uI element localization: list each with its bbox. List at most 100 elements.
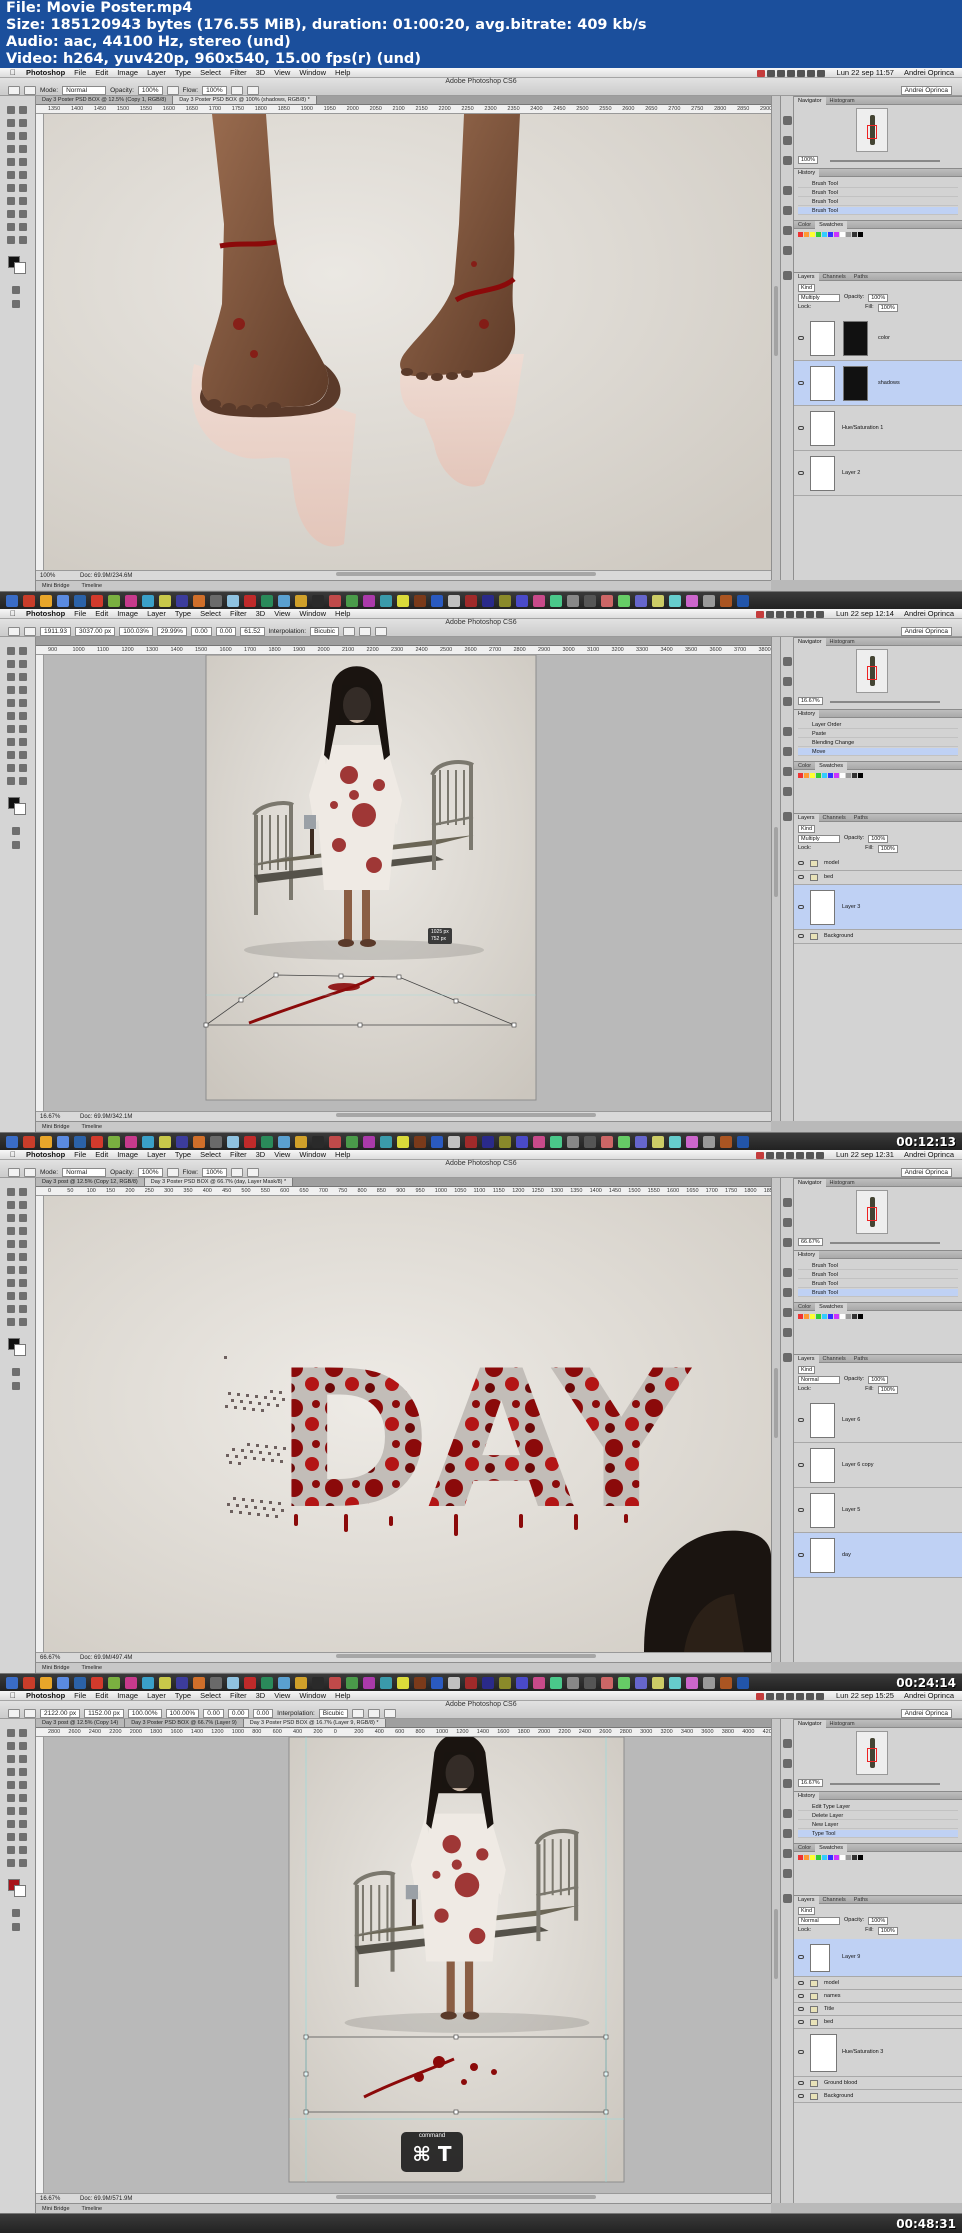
tab-paths[interactable]: Paths <box>850 1896 872 1904</box>
dock-app-icon[interactable] <box>601 1136 613 1148</box>
history-state[interactable]: Edit Type Layer <box>798 1803 958 1811</box>
dock-app-icon[interactable] <box>601 1677 613 1689</box>
vertical-scrollbar[interactable] <box>771 96 780 580</box>
tray-icon[interactable] <box>786 610 794 618</box>
tool-icon[interactable] <box>19 1755 27 1763</box>
visibility-eye-icon[interactable] <box>798 1993 804 1998</box>
layer-row[interactable]: Layer 2 <box>794 451 962 496</box>
dock-app-icon[interactable] <box>193 1136 205 1148</box>
dock-app-icon[interactable] <box>312 1136 324 1148</box>
apple-icon[interactable]:  <box>10 1691 16 1701</box>
user-name[interactable]: Andrei Oprinca <box>904 1150 954 1160</box>
brush-preset-icon[interactable] <box>24 1168 36 1177</box>
background-color-swatch[interactable] <box>14 1885 26 1897</box>
document-tab[interactable]: Day 3 Poster PSD BOX @ 66.7% (Layer 9) <box>125 1719 244 1727</box>
dock-app-icon[interactable] <box>397 595 409 607</box>
color-swatch[interactable] <box>810 773 815 778</box>
dock-app-icon[interactable] <box>601 595 613 607</box>
commit-transform-icon[interactable] <box>375 627 388 636</box>
document-size[interactable]: Doc: 69.9M/571.9M <box>80 2195 132 2203</box>
dock-app-icon[interactable] <box>227 1136 239 1148</box>
dock-app-icon[interactable] <box>142 1136 154 1148</box>
navigator-zoom-field[interactable]: 66.67% <box>798 1238 823 1246</box>
tool-icon[interactable] <box>19 1846 27 1854</box>
tool-icon[interactable] <box>19 1794 27 1802</box>
layer-thumbnail[interactable] <box>810 1448 835 1483</box>
tool-icon[interactable] <box>7 660 15 668</box>
layer-opacity-field[interactable]: 100% <box>868 1917 889 1925</box>
dock-app-icon[interactable] <box>567 595 579 607</box>
panel-icon[interactable] <box>783 1268 792 1277</box>
dock-app-icon[interactable] <box>6 595 18 607</box>
scroll-thumb[interactable] <box>774 1909 778 1979</box>
panel-icon[interactable] <box>783 206 792 215</box>
tool-icon[interactable] <box>19 223 27 231</box>
tool-preset-icon[interactable] <box>8 1709 20 1718</box>
tool-icon[interactable] <box>7 236 15 244</box>
dock-app-icon[interactable] <box>295 595 307 607</box>
tool-icon[interactable] <box>19 106 27 114</box>
menu-item-image[interactable]: Image <box>117 1691 138 1701</box>
dock-app-icon[interactable] <box>142 1677 154 1689</box>
workspace-switcher[interactable]: Andrei Oprinca <box>900 1168 952 1177</box>
dock-app-icon[interactable] <box>312 1677 324 1689</box>
tool-icon[interactable] <box>7 647 15 655</box>
menu-item-select[interactable]: Select <box>200 1691 221 1701</box>
tool-icon[interactable] <box>7 119 15 127</box>
tool-icon[interactable] <box>19 158 27 166</box>
tool-icon[interactable] <box>19 1201 27 1209</box>
dock-app-icon[interactable] <box>295 1136 307 1148</box>
dock-app-icon[interactable] <box>210 1677 222 1689</box>
scroll-thumb[interactable] <box>774 286 778 356</box>
panel-icon[interactable] <box>783 787 792 796</box>
dock-app-icon[interactable] <box>23 595 35 607</box>
commit-transform-icon[interactable] <box>383 1709 396 1718</box>
dock-app-icon[interactable] <box>193 595 205 607</box>
dock-app-icon[interactable] <box>23 1136 35 1148</box>
layer-opacity-field[interactable]: 100% <box>868 294 889 302</box>
menu-item-layer[interactable]: Layer <box>147 68 166 78</box>
panel-icon[interactable] <box>783 1849 792 1858</box>
color-swatch[interactable] <box>810 232 815 237</box>
scroll-thumb[interactable] <box>774 827 778 897</box>
tool-preset-icon[interactable] <box>8 627 20 636</box>
visibility-eye-icon[interactable] <box>798 1955 804 1959</box>
tool-icon[interactable] <box>19 1318 27 1326</box>
color-swatch[interactable] <box>798 1855 803 1860</box>
navigator-view-box[interactable] <box>867 1748 877 1762</box>
transform-w-pct-field[interactable]: 100.00% <box>127 1709 162 1718</box>
color-swatch[interactable] <box>804 1855 809 1860</box>
menu-item-type[interactable]: Type <box>175 609 191 619</box>
history-state[interactable]: Blending Change <box>798 739 958 747</box>
history-state[interactable]: Brush Tool <box>798 1289 958 1297</box>
tab-layers[interactable]: Layers <box>794 273 819 281</box>
tool-icon[interactable] <box>19 1266 27 1274</box>
menu-item-file[interactable]: File <box>74 1150 86 1160</box>
dock-app-icon[interactable] <box>227 595 239 607</box>
dock-app-icon[interactable] <box>737 1136 749 1148</box>
tab-history[interactable]: History <box>794 1792 820 1800</box>
menu-item-layer[interactable]: Layer <box>147 1691 166 1701</box>
horizontal-scrollbar[interactable] <box>336 2195 596 2199</box>
tool-icon[interactable] <box>7 1807 15 1815</box>
warp-icon[interactable] <box>343 627 356 636</box>
dock-app-icon[interactable] <box>142 595 154 607</box>
layer-thumbnail[interactable] <box>810 1403 835 1438</box>
transform-h-skew-field[interactable]: 0.00 <box>215 627 237 636</box>
screen-mode-icon[interactable] <box>12 300 20 308</box>
dock-app-icon[interactable] <box>516 595 528 607</box>
menu-item-edit[interactable]: Edit <box>95 1150 108 1160</box>
menu-item-view[interactable]: View <box>274 1691 290 1701</box>
menu-item-photoshop[interactable]: Photoshop <box>26 609 65 619</box>
dock-app-icon[interactable] <box>278 1677 290 1689</box>
dock-app-icon[interactable] <box>108 1136 120 1148</box>
document-canvas[interactable]: 1025 px 752 px <box>44 655 771 1111</box>
dock-app-icon[interactable] <box>278 595 290 607</box>
background-color-swatch[interactable] <box>14 262 26 274</box>
navigator-view-box[interactable] <box>867 125 877 139</box>
menu-item-layer[interactable]: Layer <box>147 1150 166 1160</box>
dock-app-icon[interactable] <box>125 595 137 607</box>
tab-channels[interactable]: Channels <box>819 1896 850 1904</box>
tool-icon[interactable] <box>7 699 15 707</box>
tray-icon[interactable] <box>786 1692 794 1700</box>
